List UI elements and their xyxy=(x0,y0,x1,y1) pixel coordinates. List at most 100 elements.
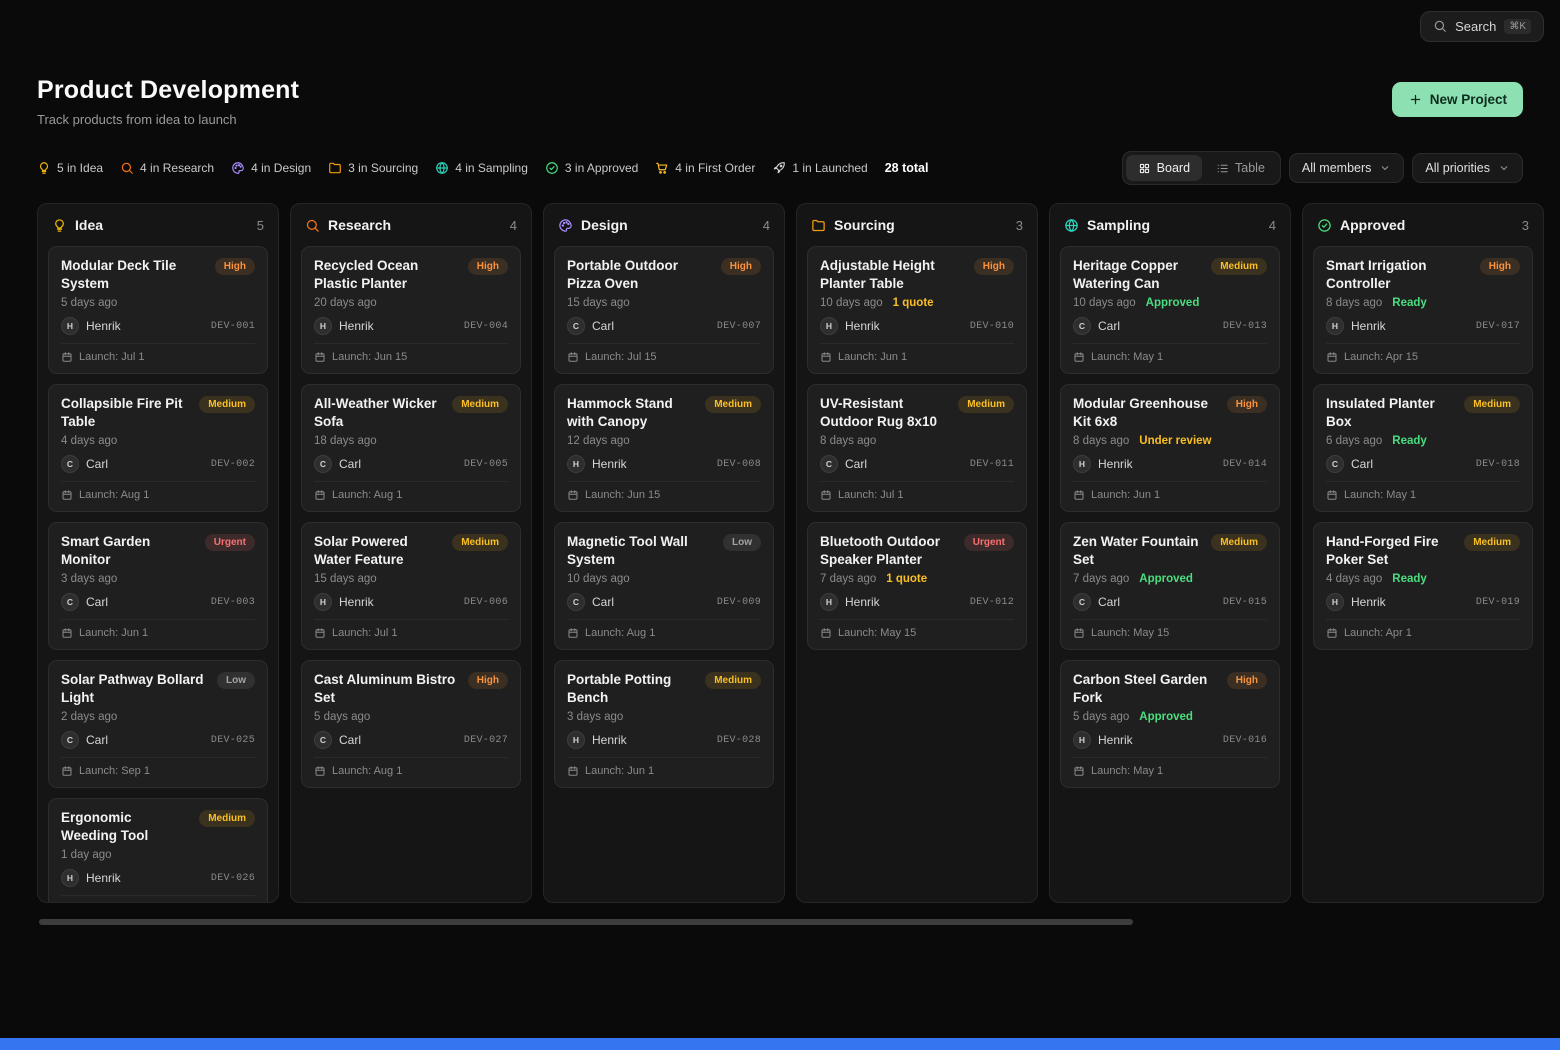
card[interactable]: Bluetooth Outdoor Speaker Planter Urgent 7… xyxy=(807,522,1027,650)
card[interactable]: Portable Outdoor Pizza OvenHigh15 days a… xyxy=(554,246,774,374)
card-title: Smart Irrigation Controller xyxy=(1326,257,1472,292)
table-view-button[interactable]: Table xyxy=(1204,155,1277,181)
stat-label: 3 in Approved xyxy=(565,161,638,175)
card-launch: Launch: Aug 1 xyxy=(314,757,508,777)
card[interactable]: Hand-Forged Fire Poker SetMedium4 days a… xyxy=(1313,522,1533,650)
stat-item: 3 in Approved xyxy=(545,161,638,175)
card-code: DEV-025 xyxy=(211,735,255,746)
page-title: Product Development xyxy=(37,76,299,105)
members-filter[interactable]: All members xyxy=(1289,153,1404,183)
priority-badge: Medium xyxy=(1464,534,1520,551)
search-shortcut: ⌘K xyxy=(1504,19,1531,34)
card-age: 5 days ago xyxy=(61,297,117,309)
card-code: DEV-013 xyxy=(1223,321,1267,332)
avatar: H xyxy=(1073,455,1091,473)
card[interactable]: Smart Irrigation ControllerHigh8 days ag… xyxy=(1313,246,1533,374)
priorities-filter[interactable]: All priorities xyxy=(1412,153,1523,183)
card[interactable]: Magnetic Tool Wall SystemLow10 days agoC… xyxy=(554,522,774,650)
card-age: 4 days ago xyxy=(1326,573,1382,585)
card-code: DEV-026 xyxy=(211,873,255,884)
calendar-icon xyxy=(1326,351,1338,363)
avatar: H xyxy=(1326,317,1344,335)
priority-badge: Medium xyxy=(958,396,1014,413)
card-launch-date: Launch: Jul 1 xyxy=(332,627,397,639)
card-launch-date: Launch: Aug 1 xyxy=(79,489,149,501)
card[interactable]: Modular Greenhouse Kit 6x8High8 days ago… xyxy=(1060,384,1280,512)
card[interactable]: Collapsible Fire Pit TableMedium4 days a… xyxy=(48,384,268,512)
stat-item: 4 in Research xyxy=(120,161,214,175)
card-status: Ready xyxy=(1392,573,1427,585)
card[interactable]: Cast Aluminum Bistro SetHigh5 days agoCC… xyxy=(301,660,521,788)
priority-badge: Medium xyxy=(452,534,508,551)
kanban-board: Idea5Modular Deck Tile SystemHigh5 days … xyxy=(37,203,1560,903)
card-code: DEV-017 xyxy=(1476,321,1520,332)
card-title: Magnetic Tool Wall System xyxy=(567,533,715,568)
horizontal-scrollbar xyxy=(37,919,1523,925)
card[interactable]: Carbon Steel Garden ForkHigh5 days agoAp… xyxy=(1060,660,1280,788)
card[interactable]: Adjustable Height Planter TableHigh10 da… xyxy=(807,246,1027,374)
priority-badge: High xyxy=(1227,396,1267,413)
chevron-down-icon xyxy=(1498,162,1510,174)
card[interactable]: UV-Resistant Outdoor Rug 8x10Medium8 day… xyxy=(807,384,1027,512)
card-code: DEV-001 xyxy=(211,321,255,332)
card-age: 12 days ago xyxy=(567,435,630,447)
card-title: Bluetooth Outdoor Speaker Planter xyxy=(820,533,956,568)
column-count: 4 xyxy=(510,218,517,233)
card[interactable]: Zen Water Fountain SetMedium7 days agoAp… xyxy=(1060,522,1280,650)
assignee-name: Henrik xyxy=(86,871,121,885)
page-header: Product Development Track products from … xyxy=(0,76,1560,127)
card[interactable]: Solar Powered Water FeatureMedium15 days… xyxy=(301,522,521,650)
card-age: 7 days ago xyxy=(820,573,876,585)
card-launch: Launch: Aug 1 xyxy=(567,619,761,639)
priorities-filter-value: All priorities xyxy=(1425,161,1490,175)
priority-badge: Urgent xyxy=(964,534,1014,551)
card-launch-date: Launch: Sep 1 xyxy=(79,765,150,777)
calendar-icon xyxy=(1073,489,1085,501)
calendar-icon xyxy=(1073,765,1085,777)
scrollbar-thumb[interactable] xyxy=(39,919,1133,925)
card[interactable]: Heritage Copper Watering CanMedium10 day… xyxy=(1060,246,1280,374)
chevron-down-icon xyxy=(1379,162,1391,174)
card-title: Modular Deck Tile System xyxy=(61,257,207,292)
new-project-button[interactable]: New Project xyxy=(1392,82,1523,117)
card-launch-date: Launch: May 1 xyxy=(1344,489,1416,501)
card-launch: Launch: Aug 1 xyxy=(61,481,255,501)
column-header: Sampling4 xyxy=(1050,204,1290,243)
card-title: Smart Garden Monitor xyxy=(61,533,197,568)
priority-badge: Medium xyxy=(199,396,255,413)
board-view-button[interactable]: Board xyxy=(1126,155,1202,181)
avatar: H xyxy=(567,731,585,749)
avatar: C xyxy=(1326,455,1344,473)
avatar: H xyxy=(567,455,585,473)
column-title: Design xyxy=(581,217,628,233)
grid-icon xyxy=(1138,162,1151,175)
card-age: 15 days ago xyxy=(314,573,377,585)
assignee-name: Carl xyxy=(592,595,614,609)
card-launch: Launch: Jul 1 xyxy=(314,619,508,639)
lightbulb-icon xyxy=(52,218,67,233)
assignee-name: Henrik xyxy=(1351,595,1386,609)
card-age: 10 days ago xyxy=(1073,297,1136,309)
card[interactable]: All-Weather Wicker SofaMedium18 days ago… xyxy=(301,384,521,512)
column-research: Research4Recycled Ocean Plastic PlanterH… xyxy=(290,203,532,903)
card[interactable]: Portable Potting BenchMedium3 days agoHH… xyxy=(554,660,774,788)
bottom-accent-bar xyxy=(0,1038,1560,1050)
card[interactable]: Hammock Stand with CanopyMedium12 days a… xyxy=(554,384,774,512)
card-title: Carbon Steel Garden Fork xyxy=(1073,671,1219,706)
priority-badge: Medium xyxy=(1211,534,1267,551)
card-title: Portable Outdoor Pizza Oven xyxy=(567,257,713,292)
priority-badge: Low xyxy=(217,672,255,689)
stat-label: 4 in Sampling xyxy=(455,161,528,175)
view-controls: Board Table All members All priorities xyxy=(1122,151,1523,185)
card[interactable]: Ergonomic Weeding ToolMedium1 day agoHHe… xyxy=(48,798,268,902)
card[interactable]: Insulated Planter BoxMedium6 days agoRea… xyxy=(1313,384,1533,512)
search-button[interactable]: Search ⌘K xyxy=(1420,11,1544,42)
card[interactable]: Smart Garden MonitorUrgent3 days agoCCar… xyxy=(48,522,268,650)
card[interactable]: Modular Deck Tile SystemHigh5 days agoHH… xyxy=(48,246,268,374)
card[interactable]: Solar Pathway Bollard LightLow2 days ago… xyxy=(48,660,268,788)
avatar: H xyxy=(1073,731,1091,749)
search-icon xyxy=(120,161,134,175)
column-title: Sampling xyxy=(1087,217,1150,233)
card-launch-date: Launch: Jun 15 xyxy=(585,489,660,501)
card[interactable]: Recycled Ocean Plastic PlanterHigh20 day… xyxy=(301,246,521,374)
